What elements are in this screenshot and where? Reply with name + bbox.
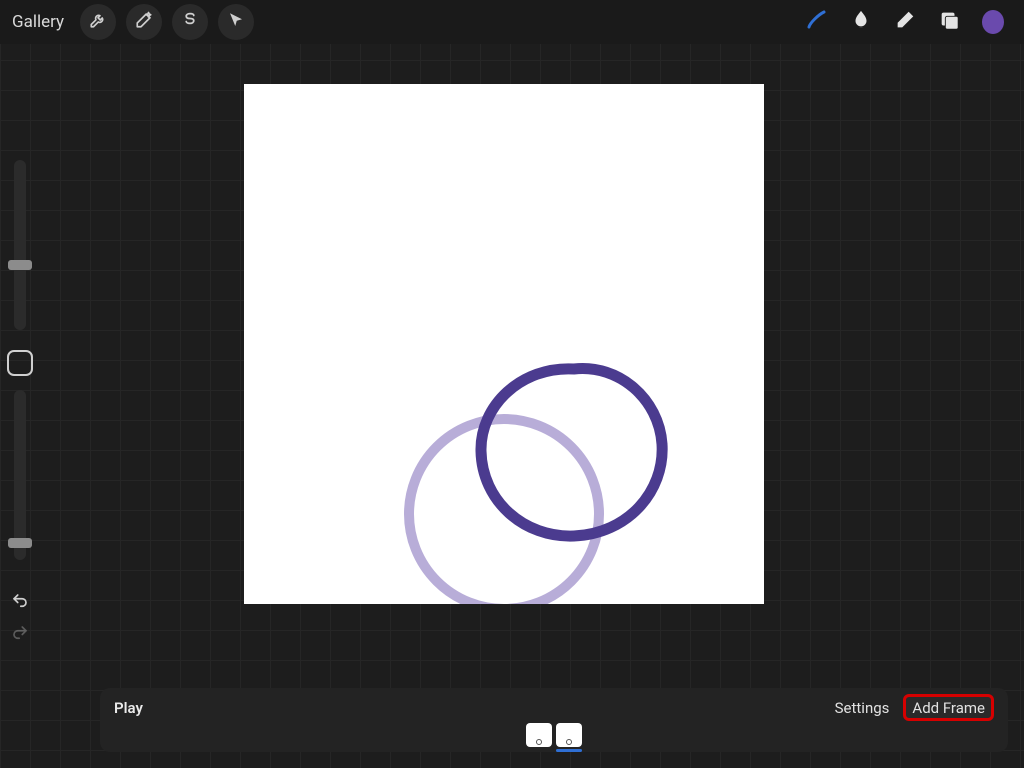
add-frame-button[interactable]: Add Frame: [912, 699, 985, 717]
eraser-icon: [894, 9, 916, 35]
brush-opacity-thumb[interactable]: [8, 538, 32, 548]
smudge-tool-button[interactable]: [850, 11, 872, 33]
selection-s-icon: [181, 11, 199, 33]
brush-icon: [805, 8, 829, 36]
frame-thumb-content: [566, 739, 572, 745]
transform-arrow-button[interactable]: [218, 4, 254, 40]
brush-size-thumb[interactable]: [8, 260, 32, 270]
adjustments-wand-button[interactable]: [126, 4, 162, 40]
frame-timeline[interactable]: [114, 723, 994, 747]
layers-button[interactable]: [938, 11, 960, 33]
layers-icon: [938, 9, 960, 35]
animation-settings-button[interactable]: Settings: [835, 699, 890, 717]
color-picker-button[interactable]: [982, 11, 1004, 33]
modify-shape-button[interactable]: [7, 350, 33, 376]
redo-button[interactable]: [9, 624, 31, 646]
frame-thumb-1[interactable]: [526, 723, 552, 747]
frame-thumb-content: [536, 739, 542, 745]
brush-size-slider[interactable]: [14, 160, 26, 330]
magic-wand-icon: [135, 11, 153, 33]
gallery-link[interactable]: Gallery: [12, 12, 64, 32]
left-sidebar: [0, 160, 40, 646]
eraser-tool-button[interactable]: [894, 11, 916, 33]
redo-icon: [9, 627, 31, 646]
brush-opacity-slider[interactable]: [14, 390, 26, 560]
add-frame-highlight: Add Frame: [903, 694, 994, 721]
actions-wrench-button[interactable]: [80, 4, 116, 40]
color-swatch-icon: [982, 10, 1004, 34]
cursor-arrow-icon: [227, 11, 245, 33]
drawing-canvas[interactable]: [244, 84, 764, 604]
top-toolbar: Gallery: [0, 0, 1024, 44]
animation-assist-bar: Play Settings Add Frame: [100, 688, 1008, 752]
brush-tool-button[interactable]: [806, 11, 828, 33]
wrench-icon: [89, 11, 107, 33]
undo-button[interactable]: [9, 592, 31, 614]
smudge-icon: [850, 9, 872, 35]
undo-icon: [9, 595, 31, 614]
selection-button[interactable]: [172, 4, 208, 40]
play-button[interactable]: Play: [114, 699, 143, 717]
frame-thumb-2[interactable]: [556, 723, 582, 747]
